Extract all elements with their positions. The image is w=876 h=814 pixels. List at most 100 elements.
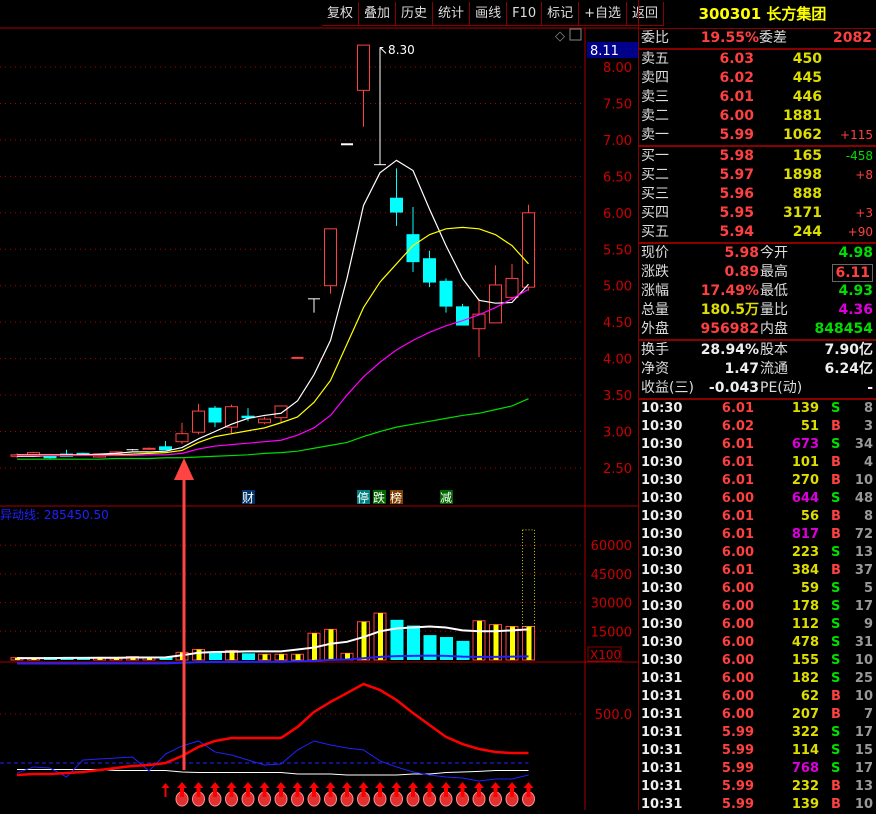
tick-volume: 232	[791, 779, 819, 794]
tick-time: 10:30	[641, 563, 683, 578]
buy-row: 买二 5.97 1898 +8	[639, 166, 876, 185]
fund-value: 28.94%	[700, 342, 759, 358]
toolbar-button-4[interactable]: 画线	[470, 2, 508, 26]
kline-chart[interactable]: 8.00 7.50 7.00 6.50 6.00 5.50 5.00 4.50 4.00 3.50…	[0, 0, 638, 810]
tick-list[interactable]: 10:30 6.01 139 S 8 10:30 6.02 51 B 3 10:30 6.01 673 S…	[639, 398, 876, 814]
quote-value: 5.98	[724, 245, 759, 261]
tick-side: S	[831, 671, 841, 686]
volume-bar-inner	[378, 613, 383, 660]
tick-price: 6.01	[721, 473, 754, 488]
price-tick-label: 6.50	[603, 170, 632, 185]
tick-row: 10:30 6.01 673 S 34	[639, 436, 876, 454]
quote-stats: 现价 5.98 今开 4.98 涨跌 0.89 最高 6.11 涨幅 17.49% 最低 4.93 总量…	[639, 242, 876, 339]
tick-volume: 768	[791, 761, 819, 776]
candle-body	[423, 258, 436, 283]
buy-price: 5.98	[719, 148, 754, 164]
toolbar-button-1[interactable]: 叠加	[359, 2, 397, 26]
tick-price: 6.02	[721, 419, 754, 434]
tick-price: 5.99	[721, 725, 754, 740]
tick-volume: 178	[791, 599, 819, 614]
sell-volume: 445	[792, 70, 822, 86]
tick-volume: 114	[791, 743, 819, 758]
tick-time: 10:30	[641, 455, 683, 470]
tick-side: S	[831, 437, 841, 452]
buy-volume: 888	[792, 186, 822, 202]
candle-body	[324, 228, 337, 287]
tick-price: 6.01	[721, 401, 754, 416]
quote-label: 现价	[641, 245, 669, 261]
price-tick-label: 6.00	[603, 207, 632, 222]
tick-time: 10:31	[641, 725, 683, 740]
candle-body	[274, 405, 288, 419]
price-tick-label: 7.00	[603, 134, 632, 149]
buy-change: +8	[855, 168, 873, 182]
quote-row: 现价 5.98 今开 4.98	[639, 244, 876, 263]
sell-volume: 446	[792, 89, 822, 105]
tick-count: 37	[854, 563, 873, 578]
buy-label: 买三	[641, 186, 669, 202]
tick-time: 10:30	[641, 491, 683, 506]
toolbar-button-3[interactable]: 统计	[433, 2, 471, 26]
candle-body	[522, 212, 535, 288]
tick-volume: 270	[791, 473, 819, 488]
tick-count: 3	[863, 419, 873, 434]
tick-price: 5.99	[721, 779, 754, 794]
tick-volume: 56	[800, 509, 819, 524]
event-tag: 榜	[390, 490, 402, 505]
stock-title: 300301 长方集团	[639, 0, 876, 29]
tick-row: 10:30 6.02 51 B 3	[639, 418, 876, 436]
tick-time: 10:31	[641, 779, 683, 794]
tick-side: S	[831, 725, 841, 740]
event-tag: 停	[357, 490, 369, 505]
tick-row: 10:31 5.99 322 S 17	[639, 724, 876, 742]
volume-bar-inner	[510, 626, 515, 660]
fund-label: 收益(三)	[641, 380, 694, 396]
toolbar-button-0[interactable]: 复权	[322, 2, 360, 26]
sell-price: 6.00	[719, 108, 754, 124]
buy-change: -458	[845, 149, 873, 163]
diamond-icon: ◇	[555, 29, 565, 44]
toolbar-button-5[interactable]: F10	[507, 2, 543, 26]
quote-label: 涨幅	[641, 283, 669, 299]
tick-volume: 139	[791, 797, 819, 812]
fund-label: 流通	[760, 361, 788, 377]
tick-row: 10:30 6.00 223 S 13	[639, 544, 876, 562]
tick-price: 6.00	[721, 545, 754, 560]
candle-body	[489, 284, 502, 324]
toolbar-button-7[interactable]: +自选	[579, 2, 628, 26]
buy-volume: 3171	[783, 205, 822, 221]
tick-volume: 62	[800, 689, 819, 704]
tick-volume: 673	[791, 437, 819, 452]
quote-label: 量比	[760, 302, 788, 318]
tick-row: 10:31 5.99 768 S 17	[639, 760, 876, 778]
volume-bar-inner	[295, 654, 301, 660]
fund-label: 股本	[760, 342, 788, 358]
tick-count: 10	[854, 473, 873, 488]
fund-value: -0.043	[708, 380, 759, 396]
tick-price: 6.00	[721, 671, 754, 686]
price-tick-label: 4.50	[603, 316, 632, 331]
price-tick-label: 3.50	[603, 389, 632, 404]
sell-price: 6.01	[719, 89, 754, 105]
tick-count: 15	[854, 743, 873, 758]
volume-bar	[242, 653, 255, 660]
tick-time: 10:30	[641, 617, 683, 632]
event-tag: 减	[440, 491, 452, 505]
tick-time: 10:31	[641, 797, 683, 812]
weicha-value: 2082	[833, 30, 872, 46]
price-tick-label: 5.50	[603, 243, 632, 258]
sell-label: 卖四	[641, 70, 669, 86]
sell-volume: 450	[792, 51, 822, 67]
buy-volume: 165	[792, 148, 822, 164]
quote-label: 总量	[641, 302, 669, 318]
tick-volume: 644	[791, 491, 819, 506]
fund-value: -	[867, 380, 873, 396]
fund-value: 6.24亿	[824, 361, 873, 377]
fund-label: 净资	[641, 361, 669, 377]
tick-row: 10:31 5.99 232 B 13	[639, 778, 876, 796]
tick-side: S	[831, 401, 841, 416]
toolbar-button-2[interactable]: 历史	[396, 2, 434, 26]
toolbar-button-6[interactable]: 标记	[542, 2, 580, 26]
price-tick-label: 8.00	[603, 61, 632, 76]
tick-count: 13	[854, 545, 873, 560]
